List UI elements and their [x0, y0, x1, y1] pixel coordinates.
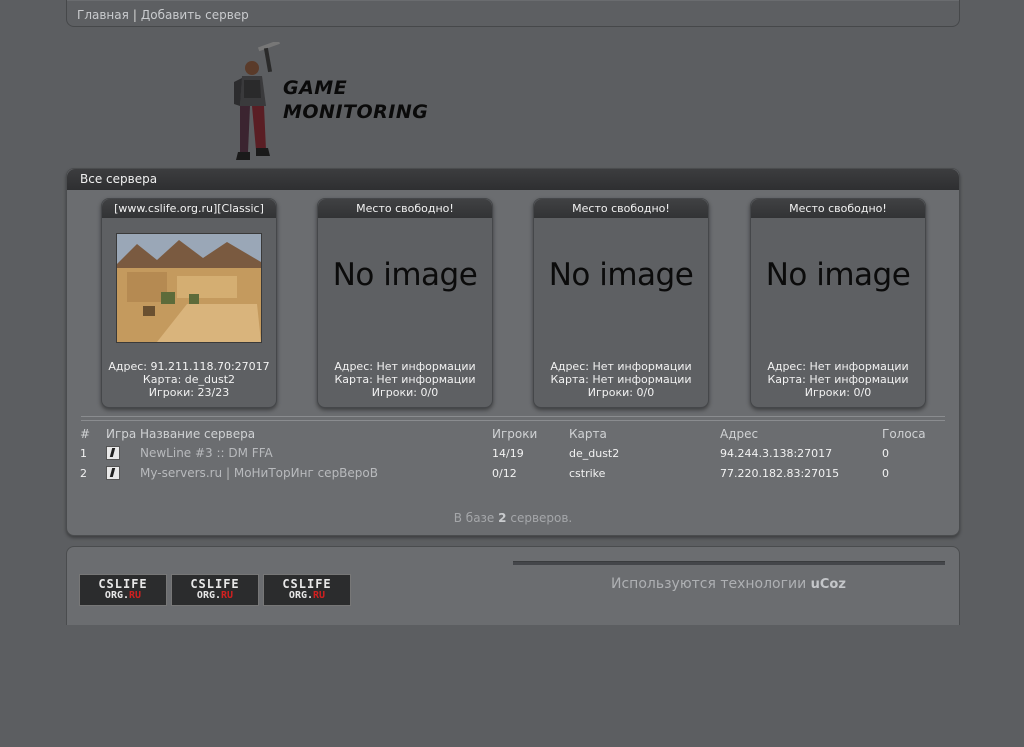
footer-panel: CSLIFE ORG.RU CSLIFE ORG.RU CSLIFE ORG.R… — [66, 546, 960, 625]
card-address: Адрес: Нет информации — [767, 360, 909, 373]
card-title[interactable]: [www.cslife.org.ru][Classic] — [102, 199, 276, 218]
card-title[interactable]: Место свободно! — [534, 199, 708, 218]
card-info: Адрес: Нет информации Карта: Нет информа… — [318, 360, 492, 399]
ucoz-text: Используются технологии — [611, 576, 807, 592]
row-map: de_dust2 — [569, 446, 620, 460]
col-address-header[interactable]: Адрес — [720, 425, 882, 443]
row-num: 2 — [80, 466, 87, 480]
count-prefix: В базе — [453, 511, 495, 525]
server-card-3[interactable]: Место свободно! No image Адрес: Нет инфо… — [533, 198, 709, 408]
banner-top: CSLIFE — [282, 577, 332, 591]
logo-line1: GAME — [283, 77, 348, 99]
nav-add-server-link[interactable]: Добавить сервер — [141, 8, 249, 22]
card-info: Адрес: 91.211.118.70:27017 Карта: de_dus… — [102, 360, 276, 399]
ucoz-credit: Используются технологии uCoz — [611, 576, 846, 592]
row-address: 94.244.3.138:27017 — [720, 446, 833, 460]
banner-bottom: ORG.RU — [288, 590, 326, 601]
site-logo[interactable]: GAME MONITORING — [228, 42, 458, 164]
card-map: Карта: Нет информации — [767, 373, 909, 386]
card-info: Адрес: Нет информации Карта: Нет информа… — [534, 360, 708, 399]
col-votes-header[interactable]: Голоса — [882, 425, 942, 443]
row-server-name-link[interactable]: NewLine #3 :: DM FFA — [140, 443, 492, 463]
footer-divider — [513, 561, 945, 565]
card-address: Адрес: Нет информации — [550, 360, 692, 373]
nav-links: Главная | Добавить сервер — [77, 8, 249, 22]
card-address: Адрес: 91.211.118.70:27017 — [108, 360, 270, 373]
count-number: 2 — [498, 511, 507, 525]
no-image-placeholder: No image — [548, 257, 694, 293]
logo-line2: MONITORING — [283, 101, 429, 123]
card-players: Игроки: 0/0 — [371, 386, 439, 399]
row-address: 77.220.182.83:27015 — [720, 466, 840, 480]
banner-top: CSLIFE — [190, 577, 240, 591]
card-players: Игроки: 0/0 — [804, 386, 872, 399]
server-card-1[interactable]: [www.cslife.org.ru][Classic] Адрес: 91.2… — [101, 198, 277, 408]
banner-top: CSLIFE — [98, 577, 148, 591]
card-players: Игроки: 0/0 — [587, 386, 655, 399]
row-num: 1 — [80, 446, 87, 460]
card-map: Карта: de_dust2 — [142, 373, 236, 386]
row-game — [106, 463, 140, 483]
nav-home-link[interactable]: Главная — [77, 8, 129, 22]
server-count: В базе 2 серверов. — [67, 511, 959, 525]
cs-icon — [106, 446, 120, 460]
nav-separator: | — [132, 8, 137, 22]
table-row[interactable]: 1 NewLine #3 :: DM FFA 14/19 de_dust2 94… — [80, 443, 942, 463]
row-map: cstrike — [569, 466, 606, 480]
card-title[interactable]: Место свободно! — [318, 199, 492, 218]
ucoz-link[interactable]: uCoz — [811, 577, 846, 592]
row-server-name-link[interactable]: My-servers.ru | МоНиТорИнг серВероВ — [140, 463, 492, 483]
col-num-header[interactable]: # — [80, 425, 106, 443]
card-map: Карта: Нет информации — [334, 373, 476, 386]
no-image-placeholder: No image — [332, 257, 478, 293]
top-nav-bar: Главная | Добавить сервер — [66, 0, 960, 27]
card-players: Игроки: 23/23 — [148, 386, 230, 399]
table-row[interactable]: 2 My-servers.ru | МоНиТорИнг серВероВ 0/… — [80, 463, 942, 483]
col-map-header[interactable]: Карта — [569, 425, 720, 443]
table-header-row: # Игра Название сервера Игроки Карта Адр… — [80, 425, 942, 443]
map-preview-image[interactable] — [116, 233, 262, 343]
section-divider — [81, 416, 945, 421]
banner-bottom: ORG.RU — [104, 590, 142, 601]
servers-table: # Игра Название сервера Игроки Карта Адр… — [80, 425, 942, 483]
col-players-header[interactable]: Игроки — [492, 425, 569, 443]
banner-bottom: ORG.RU — [196, 590, 234, 601]
cslife-banner-2[interactable]: CSLIFE ORG.RU — [171, 574, 259, 606]
cslife-banner-1[interactable]: CSLIFE ORG.RU — [79, 574, 167, 606]
soldier-logo-icon — [234, 42, 280, 160]
no-image-placeholder: No image — [765, 257, 911, 293]
row-players: 14/19 — [492, 446, 524, 460]
row-game — [106, 443, 140, 463]
card-map: Карта: Нет информации — [550, 373, 692, 386]
row-votes: 0 — [882, 466, 889, 480]
panel-title: Все сервера — [67, 169, 959, 190]
cslife-banner-3[interactable]: CSLIFE ORG.RU — [263, 574, 351, 606]
row-votes: 0 — [882, 446, 889, 460]
card-info: Адрес: Нет информации Карта: Нет информа… — [751, 360, 925, 399]
col-game-header[interactable]: Игра — [106, 425, 140, 443]
col-name-header[interactable]: Название сервера — [140, 425, 492, 443]
logo-text: GAME MONITORING — [283, 76, 428, 124]
row-players: 0/12 — [492, 466, 517, 480]
count-suffix: серверов. — [510, 511, 573, 525]
server-card-4[interactable]: Место свободно! No image Адрес: Нет инфо… — [750, 198, 926, 408]
cs-icon — [106, 466, 120, 480]
card-address: Адрес: Нет информации — [334, 360, 476, 373]
servers-panel: Все сервера [www.cslife.org.ru][Classic]… — [66, 168, 960, 536]
server-card-2[interactable]: Место свободно! No image Адрес: Нет инфо… — [317, 198, 493, 408]
card-title[interactable]: Место свободно! — [751, 199, 925, 218]
